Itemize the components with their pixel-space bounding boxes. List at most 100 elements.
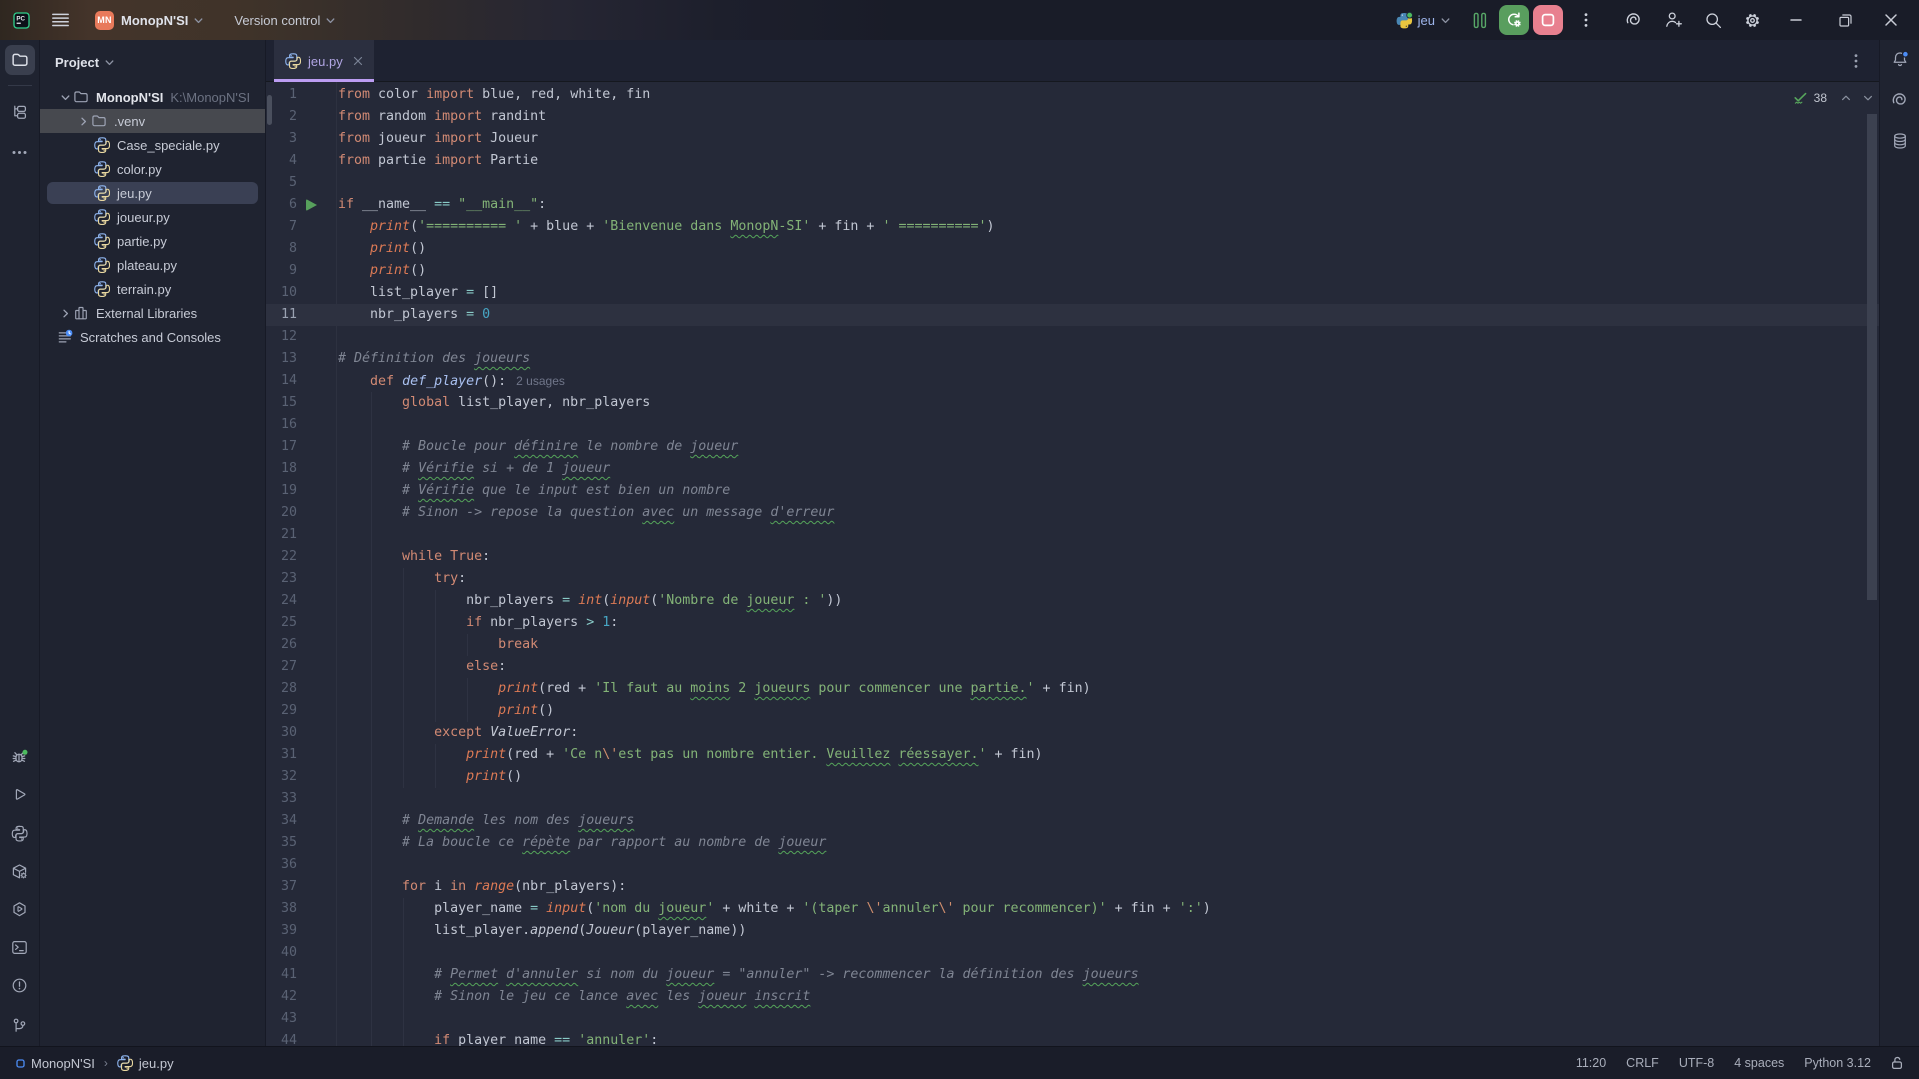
project-name[interactable]: MonopN'SI <box>121 13 188 28</box>
tree-hover-highlight <box>40 109 265 133</box>
tool-stripe-project-button[interactable] <box>5 45 35 75</box>
vcs-menu[interactable]: Version control <box>234 13 320 28</box>
tool-stripe-debug-button[interactable] <box>5 742 35 772</box>
code-line-9: 9 print() <box>266 260 1879 282</box>
tree-item-monopn-si[interactable]: MonopN'SIK:\MonopN'SI <box>40 85 265 109</box>
code-text: # Définition des joueurs <box>338 348 530 370</box>
notifications-bell-button[interactable] <box>1890 50 1910 70</box>
status-line-ending[interactable]: CRLF <box>1616 1056 1669 1070</box>
breadcrumbs: MonopN'SI › jeu.py <box>16 1055 174 1071</box>
chevron-right-icon[interactable] <box>57 305 73 321</box>
project-chevron-down-icon[interactable] <box>192 14 205 27</box>
next-problem-icon[interactable] <box>1862 92 1874 104</box>
status-interpreter[interactable]: Python 3.12 <box>1794 1056 1881 1070</box>
tab-jeu-py[interactable]: jeu.py <box>274 40 374 82</box>
tool-stripe-version-control-button[interactable] <box>5 1010 35 1040</box>
tree-item-label: Scratches and Consoles <box>80 330 221 345</box>
run-config-selector[interactable]: jeu <box>1389 12 1452 29</box>
line-number: 3 <box>266 128 297 150</box>
line-number: 43 <box>266 1008 297 1030</box>
tool-stripe-terminal-button[interactable] <box>5 932 35 962</box>
project-panel-scrollbar[interactable] <box>267 95 272 125</box>
python-file-icon <box>94 185 110 201</box>
tool-stripe-python-packages-button[interactable] <box>5 856 35 886</box>
tab-close-icon[interactable] <box>352 55 364 67</box>
code-text: print() <box>338 700 554 722</box>
tool-stripe-python-console-button[interactable] <box>5 818 35 848</box>
tool-stripe-services-button[interactable] <box>5 894 35 924</box>
tree-item-case-speciale-py[interactable]: Case_speciale.py <box>40 133 265 157</box>
code-text: nbr_players = 0 <box>338 304 490 326</box>
code-line-16: 16 <box>266 414 1879 436</box>
line-number: 39 <box>266 920 297 942</box>
tree-item-plateau-py[interactable]: plateau.py <box>40 253 265 277</box>
breadcrumb-file[interactable]: jeu.py <box>139 1056 174 1071</box>
status-indent[interactable]: 4 spaces <box>1724 1056 1794 1070</box>
project-avatar[interactable]: MN <box>95 11 114 30</box>
vcs-chevron-down-icon[interactable] <box>324 14 337 27</box>
tool-stripe-run-button[interactable] <box>5 780 35 810</box>
code-with-me-button[interactable] <box>1659 5 1689 35</box>
code-line-44: 44 if player_name == 'annuler': <box>266 1030 1879 1046</box>
code-text: # Vérifie que le input est bien un nombr… <box>338 480 730 502</box>
code-line-13: 13# Définition des joueurs <box>266 348 1879 370</box>
rerun-button[interactable] <box>1499 5 1529 35</box>
tree-item-partie-py[interactable]: partie.py <box>40 229 265 253</box>
code-line-6: 6if __name__ == "__main__": <box>266 194 1879 216</box>
code-line-21: 21 <box>266 524 1879 546</box>
prev-problem-icon[interactable] <box>1840 92 1852 104</box>
stop-button[interactable] <box>1533 5 1563 35</box>
breadcrumb-project[interactable]: MonopN'SI <box>31 1056 95 1071</box>
tool-stripe-more-tool-windows-button[interactable] <box>5 137 35 167</box>
python-file-icon <box>94 161 110 177</box>
code-text: except ValueError: <box>338 722 578 744</box>
settings-button[interactable] <box>1737 5 1767 35</box>
line-number: 32 <box>266 766 297 788</box>
tool-stripe-problems-button[interactable] <box>5 970 35 1000</box>
line-number: 24 <box>266 590 297 612</box>
code-text: # Sinon -> repose la question avec un me… <box>338 502 834 524</box>
tool-stripe-structure-button[interactable] <box>5 97 35 127</box>
code-line-1: 1from color import blue, red, white, fin <box>266 84 1879 106</box>
code-text: list_player.append(Joueur(player_name)) <box>338 920 746 942</box>
tree-item-joueur-py[interactable]: joueur.py <box>40 205 265 229</box>
editor-options-button[interactable] <box>1848 53 1864 69</box>
line-number: 44 <box>266 1030 297 1046</box>
search-everywhere-button[interactable] <box>1698 5 1728 35</box>
pause-button[interactable] <box>1465 5 1495 35</box>
tree-item--venv[interactable]: .venv <box>40 109 265 133</box>
tree-item-external-libraries[interactable]: External Libraries <box>40 301 265 325</box>
tree-item-terrain-py[interactable]: terrain.py <box>40 277 265 301</box>
readonly-lock-icon[interactable] <box>1889 1055 1905 1071</box>
status-caret-position[interactable]: 11:20 <box>1566 1056 1616 1070</box>
restore-button[interactable] <box>1828 0 1862 40</box>
chevron-down-icon[interactable] <box>57 89 73 105</box>
chevron-right-icon[interactable] <box>75 113 91 129</box>
ai-assistant-button[interactable] <box>1619 5 1649 35</box>
inspection-widget[interactable]: 38 <box>1792 88 1874 108</box>
line-number: 34 <box>266 810 297 832</box>
tool-stripe-database-button[interactable] <box>1885 126 1915 156</box>
line-number: 9 <box>266 260 297 282</box>
project-panel-title[interactable]: Project <box>55 55 99 70</box>
run-config-name: jeu <box>1418 13 1435 28</box>
python-outline-icon <box>11 825 28 842</box>
minimize-button[interactable] <box>1779 0 1813 40</box>
tool-stripe-ai-assistant-button[interactable] <box>1885 85 1915 115</box>
svg-text:PC: PC <box>16 15 25 22</box>
more-actions-button[interactable] <box>1571 5 1601 35</box>
main-menu-button[interactable] <box>52 13 69 27</box>
close-button[interactable] <box>1874 0 1908 40</box>
tree-item-scratches-and-consoles[interactable]: Scratches and Consoles <box>40 325 265 349</box>
editor-scrollbar[interactable] <box>1867 114 1877 600</box>
tree-item-color-py[interactable]: color.py <box>40 157 265 181</box>
status-encoding[interactable]: UTF-8 <box>1669 1056 1724 1070</box>
code-editor[interactable]: 1from color import blue, red, white, fin… <box>266 82 1879 1046</box>
tree-item-jeu-py[interactable]: jeu.py <box>40 181 265 205</box>
line-number: 17 <box>266 436 297 458</box>
line-number: 22 <box>266 546 297 568</box>
run-line-icon[interactable] <box>306 199 317 211</box>
project-panel-chevron-down-icon[interactable] <box>103 56 116 69</box>
folder-icon <box>11 51 29 69</box>
code-line-27: 27 else: <box>266 656 1879 678</box>
